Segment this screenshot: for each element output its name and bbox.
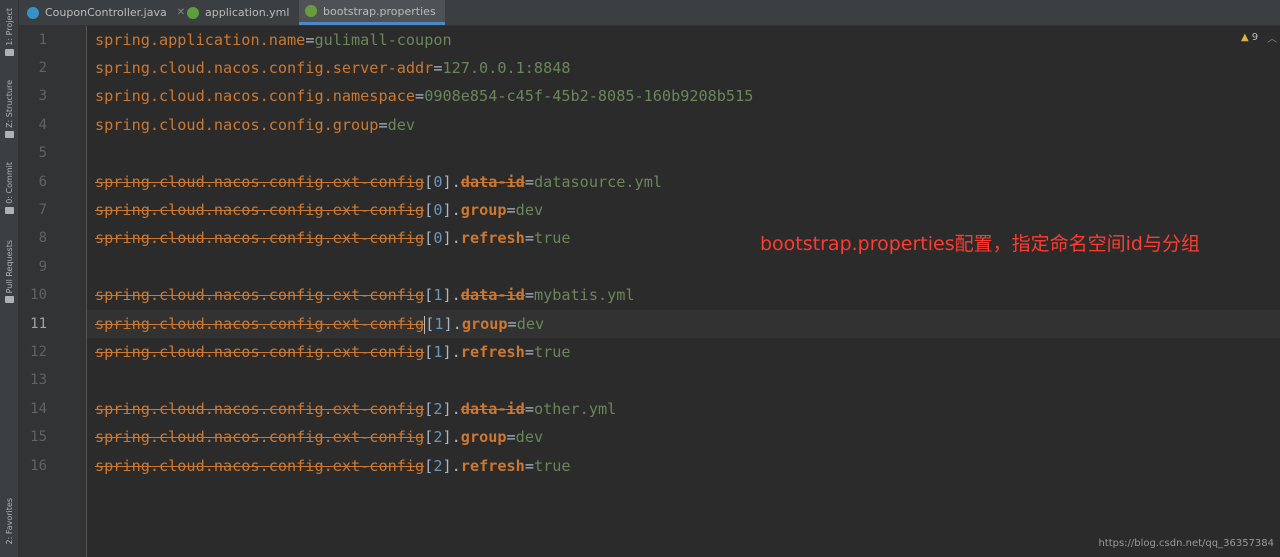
commit-tool-tab[interactable]: 0: Commit bbox=[0, 162, 18, 217]
pull-requests-tool-tab[interactable]: Pull Requests bbox=[0, 240, 18, 306]
warning-icon: ▲ bbox=[1241, 32, 1249, 43]
line-number: 6 bbox=[38, 174, 47, 190]
property-value: 127.0.0.1:8848 bbox=[442, 59, 571, 77]
property-value: mybatis.yml bbox=[533, 286, 635, 304]
deprecated-key: spring.cloud.nacos.config.ext-config bbox=[95, 343, 425, 361]
line-number: 1 bbox=[38, 32, 47, 48]
inspection-widget[interactable]: ▲ 9 ︿ bbox=[1241, 30, 1277, 45]
code-line[interactable]: spring.cloud.nacos.config.server-addr=12… bbox=[95, 54, 571, 82]
index: 1 bbox=[434, 315, 444, 333]
property-value: 0908e854-c45f-45b2-8085-160b9208b515 bbox=[424, 87, 754, 105]
property-value: true bbox=[533, 343, 571, 361]
sub-key: refresh bbox=[460, 343, 525, 361]
deprecated-key: spring.cloud.nacos.config.ext-config bbox=[95, 457, 425, 475]
deprecated-key: spring.cloud.nacos.config.ext-config bbox=[95, 428, 425, 446]
code-line[interactable]: spring.application.name=gulimall-coupon bbox=[95, 26, 452, 54]
deprecated-key: spring.cloud.nacos.config.ext-config bbox=[95, 286, 425, 304]
deprecated-key: spring.cloud.nacos.config.ext-config bbox=[95, 229, 425, 247]
property-key: spring.cloud.nacos.config.server-addr bbox=[95, 59, 434, 77]
line-number: 3 bbox=[38, 88, 47, 104]
commit-icon bbox=[4, 206, 14, 214]
tab-bootstrap-properties[interactable]: bootstrap.properties bbox=[299, 0, 445, 25]
tab-coupon-controller[interactable]: CouponController.java ✕ bbox=[21, 0, 185, 25]
code-line[interactable]: spring.cloud.nacos.config.ext-config[2].… bbox=[95, 395, 616, 423]
yml-file-icon bbox=[187, 6, 199, 19]
deprecated-key: spring.cloud.nacos.config.ext-config bbox=[95, 201, 425, 219]
property-value: gulimall-coupon bbox=[314, 31, 452, 49]
line-number: 16 bbox=[30, 458, 47, 474]
line-number: 7 bbox=[38, 202, 47, 218]
warning-count: 9 bbox=[1251, 32, 1259, 43]
favorites-tool-tab[interactable]: 2: Favorites bbox=[0, 498, 18, 544]
sub-key: data-id bbox=[460, 400, 525, 418]
line-number: 15 bbox=[30, 429, 47, 445]
code-line[interactable]: spring.cloud.nacos.config.ext-config[1].… bbox=[95, 281, 635, 309]
line-number: 14 bbox=[30, 401, 47, 417]
property-value: dev bbox=[515, 201, 544, 219]
line-number: 9 bbox=[38, 259, 47, 275]
property-value: dev bbox=[515, 428, 544, 446]
structure-icon bbox=[4, 130, 14, 138]
line-number: 2 bbox=[38, 60, 47, 76]
property-key: spring.cloud.nacos.config.namespace bbox=[95, 87, 416, 105]
property-value: dev bbox=[387, 116, 416, 134]
code-line[interactable]: spring.cloud.nacos.config.ext-config[0].… bbox=[95, 168, 662, 196]
line-number-current: 11 bbox=[30, 316, 47, 332]
tab-label: CouponController.java bbox=[45, 6, 167, 19]
chevron-up-icon[interactable]: ︿ bbox=[1267, 30, 1277, 45]
structure-tool-label: Z: Structure bbox=[4, 80, 14, 128]
pull-requests-tool-label: Pull Requests bbox=[4, 240, 14, 294]
line-number: 4 bbox=[38, 117, 47, 133]
code-line[interactable]: spring.cloud.nacos.config.ext-config[0].… bbox=[95, 196, 543, 224]
editor-tab-bar: CouponController.java ✕ application.yml … bbox=[19, 0, 1280, 26]
line-number: 10 bbox=[30, 287, 47, 303]
sub-key: refresh bbox=[460, 229, 525, 247]
java-class-icon bbox=[27, 6, 39, 19]
property-value: true bbox=[533, 229, 571, 247]
property-value: true bbox=[533, 457, 571, 475]
tab-application-yml[interactable]: application.yml ✕ bbox=[181, 0, 315, 25]
commit-tool-label: 0: Commit bbox=[4, 162, 14, 204]
code-line[interactable]: spring.cloud.nacos.config.namespace=0908… bbox=[95, 82, 753, 110]
properties-file-icon bbox=[305, 5, 317, 17]
project-tool-label: 1: Project bbox=[4, 8, 14, 46]
property-key: spring.application.name bbox=[95, 31, 306, 49]
line-number: 12 bbox=[30, 344, 47, 360]
left-tool-strip: 1: Project Z: Structure 0: Commit Pull R… bbox=[0, 0, 19, 557]
sub-key: data-id bbox=[460, 286, 525, 304]
sub-key: refresh bbox=[460, 457, 525, 475]
sub-key: group bbox=[460, 428, 507, 446]
property-value: dev bbox=[516, 315, 545, 333]
property-value: datasource.yml bbox=[533, 173, 662, 191]
structure-tool-tab[interactable]: Z: Structure bbox=[0, 80, 18, 141]
tab-label: application.yml bbox=[205, 6, 290, 19]
deprecated-key: spring.cloud.nacos.config.ext-confi bbox=[95, 315, 416, 333]
project-tool-tab[interactable]: 1: Project bbox=[0, 8, 18, 59]
line-number: 5 bbox=[38, 145, 47, 161]
code-line[interactable]: spring.cloud.nacos.config.ext-config[2].… bbox=[95, 452, 571, 480]
watermark: https://blog.csdn.net/qq_36357384 bbox=[1098, 538, 1274, 549]
annotation-text: bootstrap.properties配置，指定命名空间id与分组 bbox=[760, 233, 1200, 255]
favorites-tool-label: 2: Favorites bbox=[4, 498, 14, 545]
sub-key: group bbox=[461, 315, 508, 333]
line-number: 8 bbox=[38, 230, 47, 246]
pull-request-icon bbox=[4, 296, 14, 304]
code-line[interactable]: spring.cloud.nacos.config.ext-config[0].… bbox=[95, 224, 571, 252]
line-number: 13 bbox=[30, 372, 47, 388]
deprecated-key: spring.cloud.nacos.config.ext-config bbox=[95, 173, 425, 191]
deprecated-key: spring.cloud.nacos.config.ext-config bbox=[95, 400, 425, 418]
sub-key: data-id bbox=[460, 173, 525, 191]
code-line-current[interactable]: spring.cloud.nacos.config.ext-config[1].… bbox=[95, 310, 544, 338]
tab-label: bootstrap.properties bbox=[323, 4, 436, 18]
property-key: spring.cloud.nacos.config.group bbox=[95, 116, 379, 134]
code-line[interactable]: spring.cloud.nacos.config.ext-config[2].… bbox=[95, 423, 543, 451]
folder-icon bbox=[4, 48, 14, 56]
sub-key: group bbox=[460, 201, 507, 219]
code-line[interactable]: spring.cloud.nacos.config.group=dev bbox=[95, 111, 415, 139]
deprecated-key: g bbox=[415, 315, 425, 333]
code-line[interactable]: spring.cloud.nacos.config.ext-config[1].… bbox=[95, 338, 571, 366]
property-value: other.yml bbox=[533, 400, 617, 418]
